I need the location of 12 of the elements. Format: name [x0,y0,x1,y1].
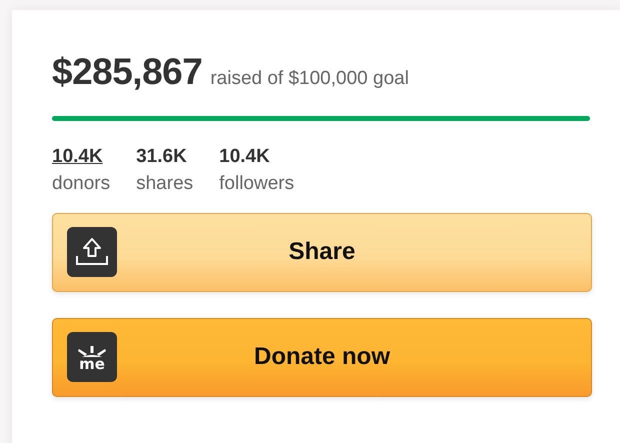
share-icon [67,227,117,277]
stat-label: followers [219,172,294,196]
stat-label: shares [136,172,194,196]
stat-value: 31.6K [136,144,187,168]
logo-icon: me [67,332,117,382]
stat-value: 10.4K [219,144,270,168]
goal-caption: raised of $100,000 goal [210,67,409,91]
share-button[interactable]: Share [52,212,592,292]
donate-button[interactable]: me Donate now [52,318,592,396]
stat-link[interactable]: 10.4K [52,142,103,170]
stat-label: donors [52,172,110,196]
amount-raised: $285,867 [52,50,202,94]
